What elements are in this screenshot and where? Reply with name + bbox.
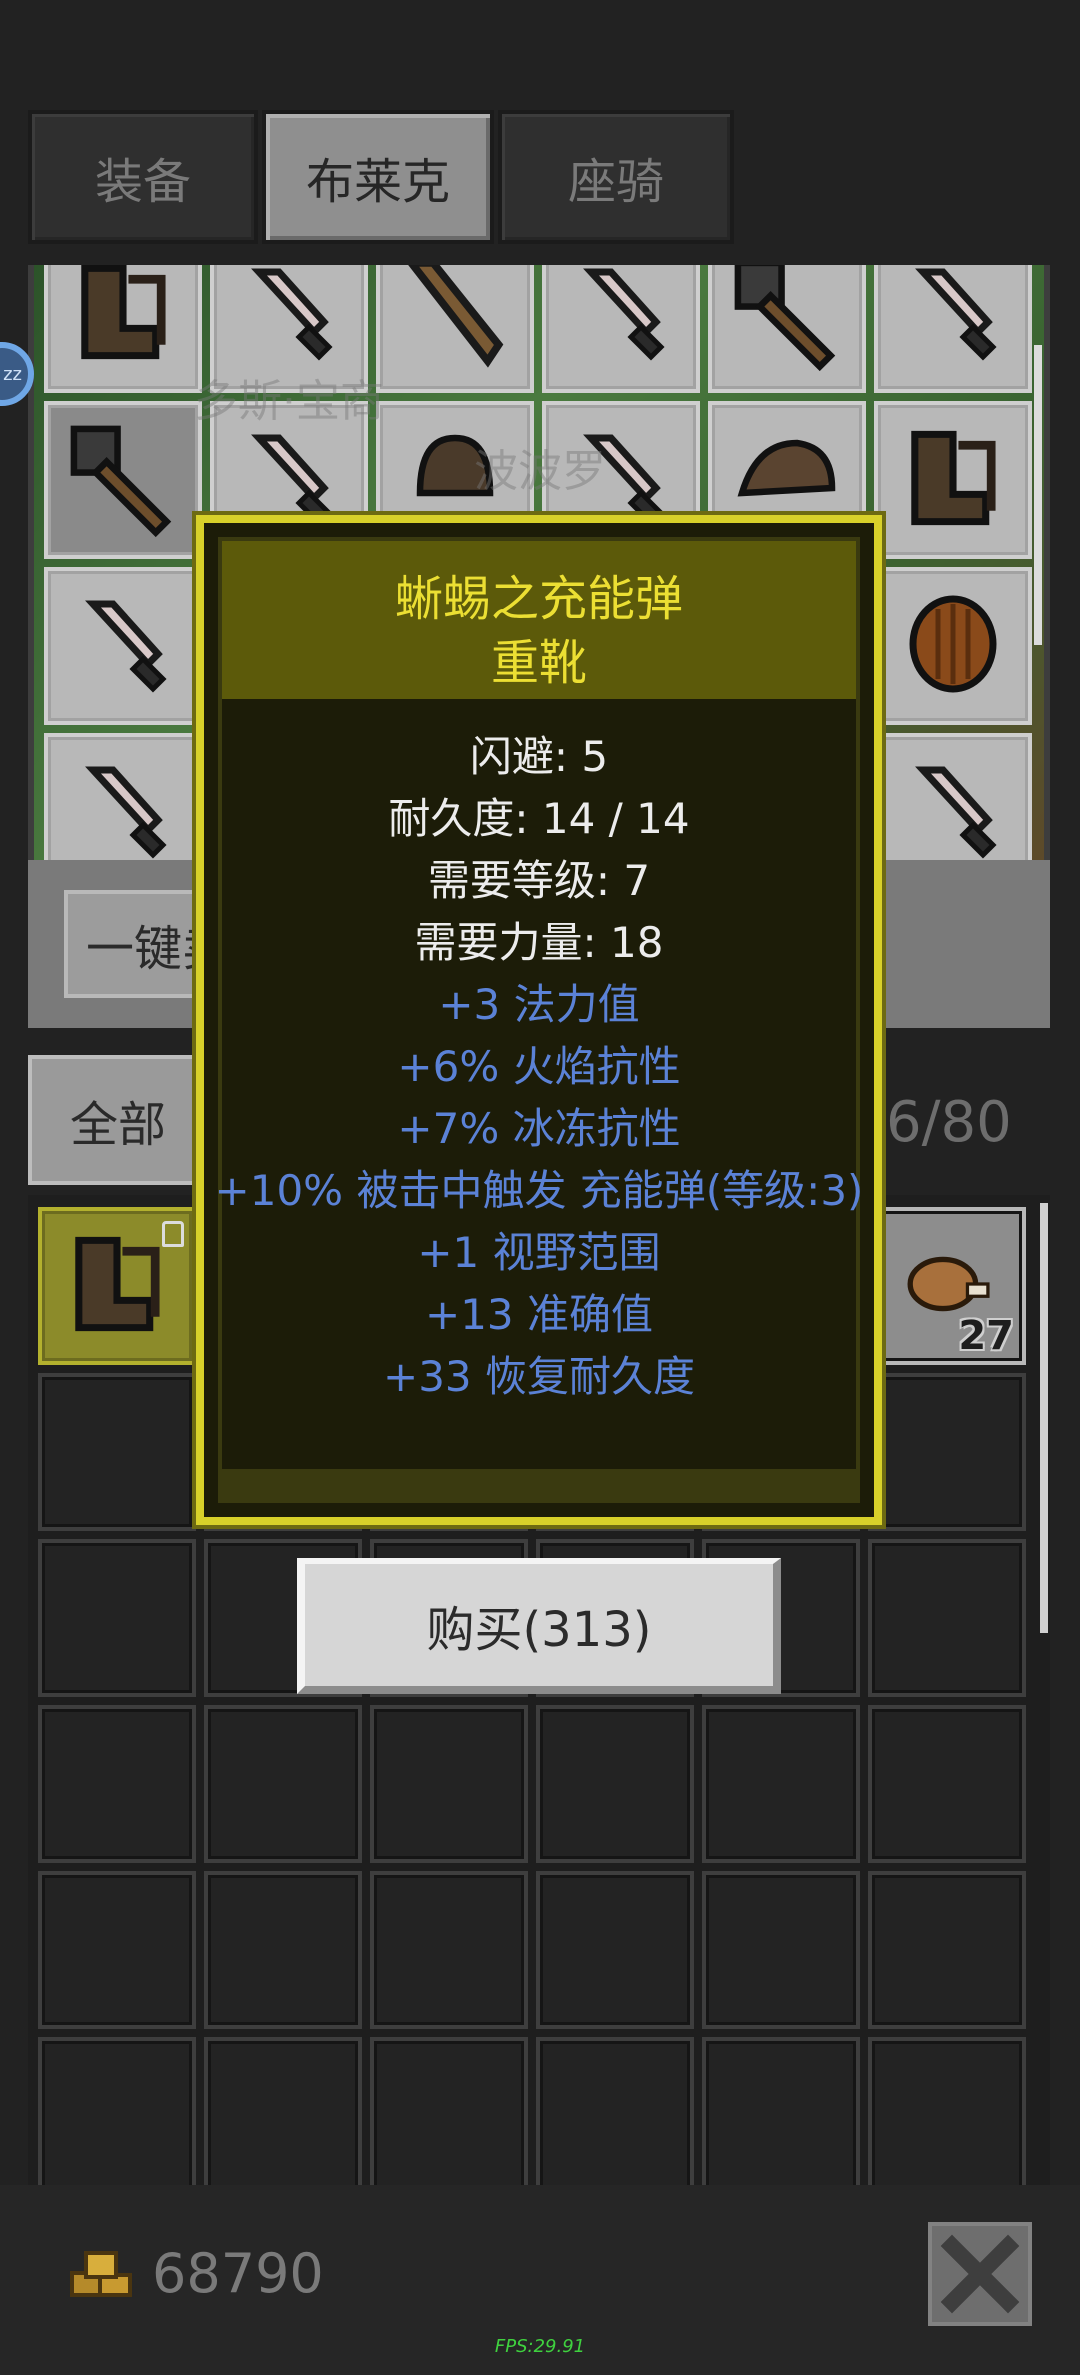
tab-equipment[interactable]: 装备 — [28, 110, 258, 244]
dagger-icon — [68, 589, 178, 703]
stat-line: 耐久度: 14 / 14 — [388, 794, 690, 843]
watermark-text: 多斯·宝商 — [194, 376, 384, 427]
item-tooltip: 蜥蜴之充能弹 重靴 闪避: 5 耐久度: 14 / 14 需要等级: 7 需要力… — [196, 515, 882, 1525]
buy-button[interactable]: 购买(313) — [297, 1558, 781, 1694]
shop-scrollbar[interactable] — [1034, 345, 1042, 645]
filter-all-button[interactable]: 全部 — [28, 1055, 208, 1185]
inventory-slot[interactable] — [38, 2037, 196, 2185]
tab-label: 装备 — [94, 154, 191, 210]
close-button[interactable] — [928, 2222, 1032, 2326]
inventory-slot[interactable] — [536, 1871, 694, 2029]
tab-label: 座骑 — [567, 154, 664, 210]
shop-item-slot[interactable] — [874, 401, 1032, 559]
shop-item-slot[interactable] — [874, 733, 1032, 860]
close-icon — [940, 2234, 1020, 2314]
inventory-slot[interactable] — [536, 2037, 694, 2185]
shop-item-slot[interactable] — [44, 567, 202, 725]
tooltip-footer — [222, 1469, 856, 1499]
shield-icon — [898, 589, 1008, 703]
shop-item-slot[interactable] — [376, 265, 534, 393]
inventory-slot[interactable] — [702, 2037, 860, 2185]
item-type: 重靴 — [490, 635, 587, 691]
inventory-slot[interactable] — [702, 1871, 860, 2029]
shop-item-slot[interactable] — [44, 265, 202, 393]
inventory-slot[interactable]: 27 — [868, 1207, 1026, 1365]
inventory-slot[interactable] — [38, 1539, 196, 1697]
stack-count: 27 — [958, 1313, 1014, 1359]
affix-line: +3 法力值 — [438, 980, 640, 1029]
dagger-icon — [234, 265, 344, 371]
tab-blake[interactable]: 布莱克 — [262, 110, 494, 244]
inventory-count: 6/80 — [886, 1090, 1012, 1155]
boots-icon — [63, 265, 183, 376]
inventory-slot[interactable] — [868, 1705, 1026, 1863]
shop-item-slot[interactable] — [874, 265, 1032, 393]
inventory-slot[interactable] — [370, 2037, 528, 2185]
dagger-icon — [898, 265, 1008, 371]
affix-line: +7% 冰冻抗性 — [397, 1104, 681, 1153]
inventory-slot[interactable] — [868, 1539, 1026, 1697]
inventory-slot[interactable] — [536, 1705, 694, 1863]
inventory-slot[interactable] — [868, 1871, 1026, 2029]
stat-line: 闪避: 5 — [469, 732, 609, 781]
meat-icon — [902, 1249, 992, 1323]
affix-line: +33 恢复耐久度 — [383, 1352, 695, 1401]
stat-line: 需要等级: 7 — [427, 856, 651, 905]
dagger-icon — [68, 755, 178, 860]
inventory-slot[interactable] — [204, 2037, 362, 2185]
shop-item-slot[interactable] — [44, 733, 202, 860]
inventory-slot[interactable] — [38, 1871, 196, 2029]
inventory-slot[interactable] — [868, 1373, 1026, 1531]
club-icon — [395, 265, 515, 376]
inventory-slot[interactable] — [38, 1373, 196, 1531]
inventory-scrollbar[interactable] — [1040, 1203, 1048, 1633]
inventory-slot[interactable] — [370, 1871, 528, 2029]
inventory-slot[interactable] — [868, 2037, 1026, 2185]
inventory-slot[interactable] — [204, 1705, 362, 1863]
mace-icon — [63, 418, 183, 542]
tab-mount[interactable]: 座骑 — [498, 110, 734, 244]
dagger-icon — [566, 265, 676, 371]
gold-amount: 68790 — [152, 2242, 324, 2305]
mace-icon — [727, 265, 847, 376]
affix-line: +10% 被击中触发 充能弹(等级:3) — [214, 1166, 864, 1215]
affix-line: +1 视野范围 — [417, 1228, 661, 1277]
boots-icon — [57, 1224, 177, 1348]
shop-item-slot[interactable] — [44, 401, 202, 559]
shop-item-slot[interactable] — [874, 567, 1032, 725]
item-name: 蜥蜴之充能弹 — [394, 571, 683, 627]
game-screen: 装备 布莱克 座骑 多斯·宝商 波波罗 zz 一键卖 全部 6/80 27 68… — [0, 0, 1080, 2375]
inventory-slot[interactable] — [38, 1705, 196, 1863]
stat-line: 需要力量: 18 — [414, 918, 664, 967]
gold-coins-icon — [70, 2251, 132, 2297]
inventory-slot[interactable] — [38, 1207, 196, 1365]
inventory-slot[interactable] — [370, 1705, 528, 1863]
inventory-slot[interactable] — [702, 1705, 860, 1863]
affix-line: +13 准确值 — [425, 1290, 653, 1339]
tab-label: 布莱克 — [305, 154, 450, 210]
watermark-text: 波波罗 — [474, 446, 606, 497]
shop-item-slot[interactable] — [708, 265, 866, 393]
shop-item-slot[interactable] — [542, 265, 700, 393]
inventory-slot[interactable] — [204, 1871, 362, 2029]
dagger-icon — [898, 755, 1008, 860]
lock-icon — [162, 1221, 184, 1247]
fps-counter: FPS:29.91 — [494, 2336, 586, 2357]
boots-icon — [893, 418, 1013, 542]
affix-line: +6% 火焰抗性 — [397, 1042, 681, 1091]
